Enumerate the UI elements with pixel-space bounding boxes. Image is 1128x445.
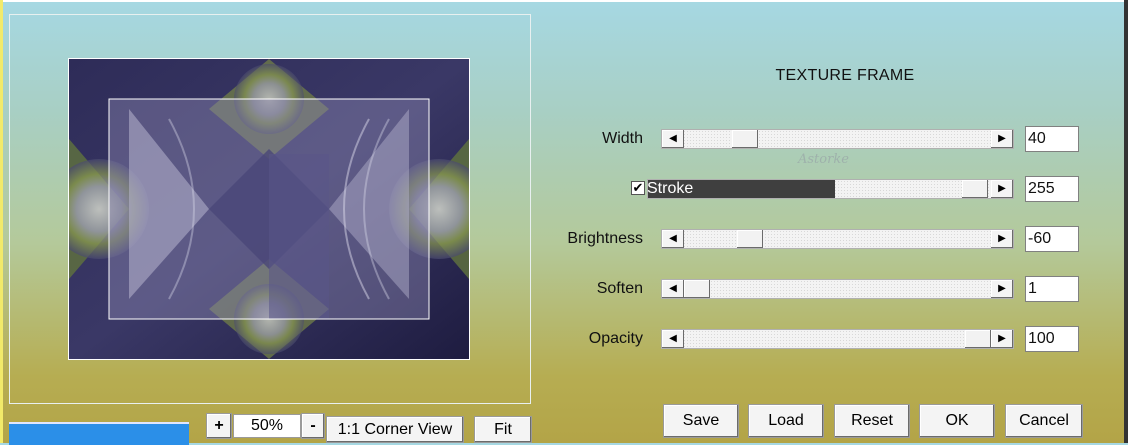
- width-value-field[interactable]: 40: [1025, 126, 1079, 152]
- filter-title: TEXTURE FRAME: [775, 67, 915, 84]
- brightness-slider-right-arrow[interactable]: ▶: [991, 230, 1013, 248]
- zoom-level: 50%: [233, 414, 301, 438]
- opacity-label: Opacity: [588, 330, 643, 347]
- brightness-slider-thumb[interactable]: [737, 230, 763, 248]
- save-button[interactable]: Save: [663, 404, 739, 438]
- soften-value-field[interactable]: 1: [1025, 276, 1079, 302]
- width-slider-right-arrow[interactable]: ▶: [991, 130, 1013, 148]
- brightness-label: Brightness: [567, 230, 643, 247]
- width-slider-thumb[interactable]: [732, 130, 758, 148]
- zoom-out-button[interactable]: -: [301, 413, 325, 439]
- brightness-slider-left-arrow[interactable]: ◀: [662, 230, 684, 248]
- brightness-slider[interactable]: ◀ ▶: [661, 229, 1014, 249]
- status-bar: [9, 422, 189, 445]
- opacity-slider-right-arrow[interactable]: ▶: [991, 330, 1013, 348]
- zoom-in-button[interactable]: +: [206, 413, 232, 439]
- watermark-logo: Astorke: [798, 152, 849, 167]
- stroke-label: Stroke: [647, 180, 694, 197]
- load-button[interactable]: Load: [748, 404, 824, 438]
- soften-slider-left-arrow[interactable]: ◀: [662, 280, 684, 298]
- soften-slider-thumb[interactable]: [684, 280, 710, 298]
- preview-image[interactable]: [68, 58, 470, 360]
- width-slider-left-arrow[interactable]: ◀: [662, 130, 684, 148]
- opacity-slider-left-arrow[interactable]: ◀: [662, 330, 684, 348]
- stroke-slider-thumb[interactable]: [962, 180, 988, 198]
- corner-view-button[interactable]: 1:1 Corner View: [326, 416, 464, 443]
- stroke-value-field[interactable]: 255: [1025, 176, 1079, 202]
- soften-label: Soften: [596, 280, 643, 297]
- soften-slider[interactable]: ◀ ▶: [661, 279, 1014, 299]
- width-slider[interactable]: ◀ ▶: [661, 129, 1014, 149]
- soften-slider-right-arrow[interactable]: ▶: [991, 280, 1013, 298]
- width-label: Width: [602, 130, 643, 147]
- stroke-checkbox[interactable]: ✔: [631, 181, 645, 195]
- stroke-slider-right-arrow[interactable]: ▶: [991, 180, 1013, 198]
- opacity-value-field[interactable]: 100: [1025, 326, 1079, 352]
- opacity-slider[interactable]: ◀ ▶: [661, 329, 1014, 349]
- preview-artwork: [69, 59, 469, 359]
- fit-button[interactable]: Fit: [474, 416, 532, 443]
- cancel-button[interactable]: Cancel: [1005, 404, 1083, 438]
- window-left-edge: [0, 0, 3, 443]
- ok-button[interactable]: OK: [919, 404, 995, 438]
- reset-button[interactable]: Reset: [834, 404, 910, 438]
- opacity-slider-thumb[interactable]: [965, 330, 991, 348]
- window-top-edge: [0, 0, 1128, 2]
- stroke-slider[interactable]: ▶: [647, 179, 1014, 199]
- brightness-value-field[interactable]: -60: [1025, 226, 1079, 252]
- window-right-edge: [1124, 0, 1128, 443]
